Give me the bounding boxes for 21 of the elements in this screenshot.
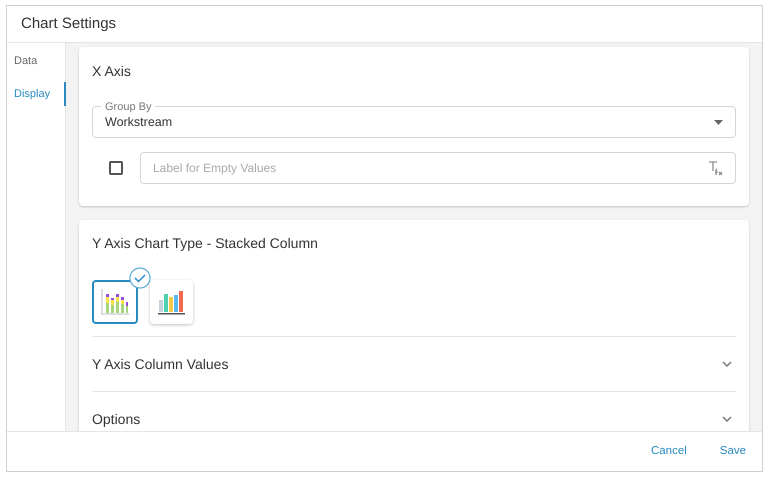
chevron-icon <box>722 416 732 422</box>
section-title: X Axis <box>92 62 131 81</box>
dialog-title: Chart Settings <box>21 14 116 34</box>
accordion-header[interactable]: Y Axis Column Values <box>92 337 736 392</box>
sidebar-tab[interactable]: Data <box>7 49 65 74</box>
formula-icon[interactable] <box>708 160 724 176</box>
dropdown-caret-icon <box>714 120 723 124</box>
footer-button[interactable]: Cancel <box>650 442 687 460</box>
field-label: Group By <box>101 99 156 116</box>
input-field[interactable]: Label for Empty Values <box>140 152 736 184</box>
footer-button[interactable]: Save <box>720 442 746 460</box>
column-chart-icon <box>156 288 186 316</box>
stacked-chart-icon <box>99 287 131 317</box>
chart-type-option[interactable] <box>150 280 193 324</box>
accordion-header[interactable]: Options <box>92 392 736 431</box>
check-icon <box>129 267 151 289</box>
section-title: Y Axis Chart Type - Stacked Column <box>92 234 318 253</box>
field-value: Workstream <box>105 114 172 131</box>
checkbox[interactable] <box>109 161 123 175</box>
chevron-icon <box>722 361 732 367</box>
chart-type-option[interactable] <box>92 280 138 324</box>
